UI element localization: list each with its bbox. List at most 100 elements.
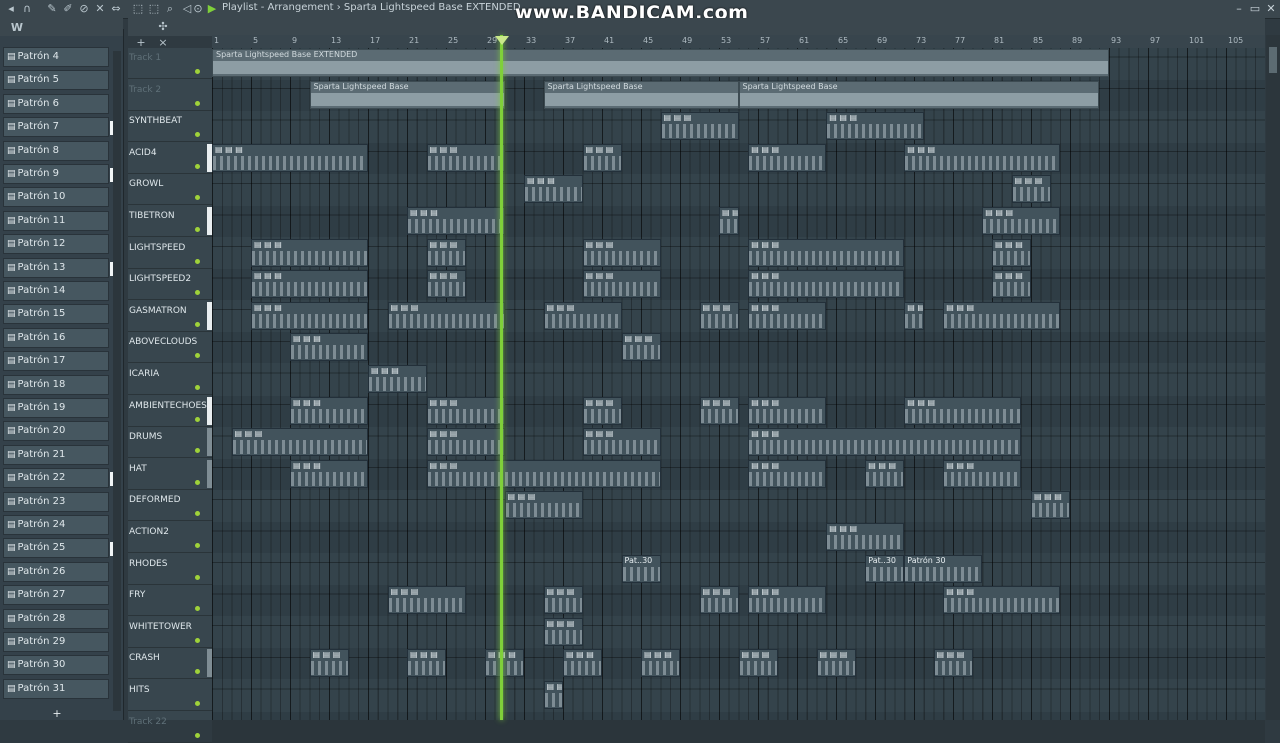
pattern-clip[interactable]: ▤ ▤ ▤ (504, 491, 583, 520)
track-header[interactable]: SYNTHBEAT (128, 111, 212, 143)
pattern-clip[interactable]: ▤ ▤ ▤ (992, 270, 1031, 299)
pattern-clip[interactable]: ▤ ▤ ▤ (982, 207, 1061, 235)
pattern-clip[interactable]: ▤ ▤ ▤ (933, 649, 973, 678)
track-header[interactable]: AMBIENTECHOES (128, 396, 212, 427)
pattern-clip[interactable]: ▤ ▤ ▤ (582, 270, 661, 299)
picker-scrollbar[interactable] (113, 51, 121, 711)
select-icon[interactable]: ⬚ (131, 2, 145, 16)
track-lane[interactable] (212, 522, 1265, 553)
picker-item[interactable]: ▤ Patrón 17 (3, 351, 109, 372)
track-lane[interactable] (212, 301, 1265, 332)
track-header[interactable]: TIBETRON (128, 206, 212, 237)
pattern-clip[interactable]: ▤ ▤ ▤ (738, 649, 778, 678)
track-header[interactable]: DRUMS (128, 427, 212, 459)
delete-icon[interactable]: ⊘ (77, 2, 91, 16)
track-mute-toggle[interactable] (195, 195, 200, 201)
track-lane[interactable] (212, 490, 1265, 521)
picker-item[interactable]: ▤ Patrón 4 (3, 47, 109, 67)
pattern-clip[interactable]: ▤ ▤ ▤ (699, 301, 739, 330)
track-lane[interactable] (212, 427, 1265, 458)
pattern-clip[interactable]: ▤ ▤ ▤ (426, 143, 505, 172)
track-lane[interactable] (212, 332, 1265, 364)
pattern-clip[interactable]: ▤ ▤ ▤ (231, 428, 368, 457)
pattern-clip[interactable]: ▤ ▤ ▤ (290, 459, 368, 488)
pattern-clip[interactable]: ▤ ▤ ▤ (251, 301, 368, 330)
picker-item[interactable]: ▤ Patrón 14 (3, 281, 109, 301)
audio-clip[interactable]: Sparta Lightspeed Base EXTENDED (212, 49, 1109, 77)
track-lane[interactable] (212, 554, 1265, 585)
magnet-icon[interactable]: ∩ (20, 2, 34, 16)
zoom-icon[interactable]: ⌕ (163, 2, 177, 16)
pattern-clip[interactable]: ▤ ▤ ▤ (699, 586, 739, 615)
pattern-clip[interactable]: ▤ ▤ ▤ (992, 238, 1031, 267)
picker-item[interactable]: ▤ Patrón 24 (3, 515, 109, 535)
pattern-clip[interactable]: ▤ ▤ ▤ (368, 365, 427, 393)
pattern-clip[interactable]: ▤ ▤ ▤ (543, 681, 563, 709)
pattern-clip[interactable]: ▤ ▤ ▤ (865, 459, 905, 488)
pattern-clip[interactable]: ▤ ▤ ▤ (660, 112, 739, 141)
pattern-clip[interactable]: ▤ ▤ ▤ (582, 396, 622, 425)
track-header[interactable]: LIGHTSPEED2 (128, 269, 212, 301)
track-lane[interactable] (212, 458, 1265, 490)
track-mute-toggle[interactable] (195, 132, 200, 138)
pencil-icon[interactable]: ✎ (45, 2, 59, 16)
timeline-ruler[interactable]: 1 5 9 13 17 21 25 29 33 37 41 45 49 53 57 61 65 69 73 77 81 8… (212, 35, 1265, 49)
audio-clip[interactable]: Sparta Lightspeed Base (738, 80, 1100, 109)
picker-item[interactable]: ▤ Patrón 15 (3, 304, 109, 325)
close-button[interactable]: ✕ (1264, 2, 1278, 15)
pattern-clip[interactable]: ▤ ▤ ▤ (748, 428, 1022, 457)
track-header[interactable]: FRY (128, 585, 212, 617)
playhead-marker-icon[interactable] (495, 36, 509, 45)
add-pattern-button[interactable]: + (50, 707, 64, 721)
picker-item[interactable]: ▤ Patrón 9 (3, 164, 113, 184)
pattern-clip[interactable]: ▤ ▤ ▤ (748, 301, 827, 330)
vertical-scrollbar[interactable] (1266, 35, 1280, 720)
pattern-clip[interactable]: ▤ ▤ ▤ (904, 396, 1022, 425)
picker-item[interactable]: ▤ Patrón 8 (3, 140, 109, 161)
pattern-clip[interactable]: ▤ ▤ ▤ (387, 301, 505, 330)
track-header[interactable]: GASMATRON (128, 301, 212, 332)
slip-icon[interactable]: ⇔ (109, 2, 123, 16)
pattern-clip[interactable]: ▤ ▤ ▤ (582, 143, 622, 172)
track-header[interactable]: HITS (128, 680, 212, 711)
track-header[interactable]: CRASH (128, 648, 212, 680)
pattern-clip[interactable]: ▤ ▤ ▤ (212, 143, 368, 172)
track-mute-toggle[interactable] (195, 227, 200, 232)
track-header[interactable]: ABOVECLOUDS (128, 332, 212, 364)
pattern-clip[interactable]: ▤ ▤ ▤ (563, 649, 602, 678)
track-mute-toggle[interactable] (195, 69, 200, 74)
pattern-clip[interactable]: ▤ ▤ ▤ (816, 649, 856, 678)
pattern-clip[interactable]: ▤ ▤ ▤ (904, 143, 1061, 172)
pattern-clip[interactable]: ▤ ▤ ▤ (748, 143, 827, 172)
pattern-clip[interactable]: ▤ ▤ ▤ (699, 396, 739, 425)
pattern-clip[interactable]: ▤ ▤ ▤ (1011, 175, 1051, 204)
track-lane[interactable] (212, 269, 1265, 301)
picker-item[interactable]: ▤ Patrón 6 (3, 93, 109, 114)
picker-item[interactable]: ▤ Patrón 23 (3, 491, 109, 512)
track-mute-toggle[interactable] (195, 163, 200, 169)
track-lane[interactable] (212, 711, 1265, 743)
pattern-clip[interactable]: ▤ ▤ ▤ (485, 649, 524, 678)
pattern-clip[interactable]: ▤ ▤ ▤ (621, 333, 661, 362)
track-mute-toggle[interactable] (195, 669, 200, 675)
picker-item[interactable]: ▤ Patrón 7 (3, 117, 113, 138)
track-mute-toggle[interactable] (195, 448, 200, 454)
pattern-clip[interactable]: ▤ ▤ ▤ (943, 301, 1061, 330)
track-lane[interactable] (212, 174, 1265, 205)
picker-item[interactable]: ▤ Patrón 5 (3, 70, 109, 91)
pattern-clip[interactable]: ▤ ▤ ▤ (426, 459, 661, 488)
pattern-clip[interactable]: ▤ ▤ ▤ (582, 428, 661, 457)
track-header[interactable]: ACTION2 (128, 522, 212, 553)
pattern-clip[interactable]: ▤ ▤ ▤ (387, 586, 466, 615)
track-mute-toggle[interactable] (195, 701, 200, 706)
picker-item[interactable]: ▤ Patrón 27 (3, 585, 109, 606)
pattern-clip[interactable]: ▤ ▤ ▤ (1031, 491, 1070, 520)
pattern-clip[interactable]: ▤ ▤ ▤ (748, 396, 827, 425)
brush-icon[interactable]: ✐ (61, 2, 75, 16)
track-header[interactable]: WHITETOWER (128, 617, 212, 648)
slice-icon[interactable]: ⬚ (147, 2, 161, 16)
pattern-clip[interactable]: ▤ ▤ ▤ (748, 586, 827, 615)
track-header[interactable]: Track 1 (128, 48, 212, 79)
track-header[interactable]: RHODES (128, 554, 212, 585)
track-header[interactable]: GROWL (128, 174, 212, 206)
